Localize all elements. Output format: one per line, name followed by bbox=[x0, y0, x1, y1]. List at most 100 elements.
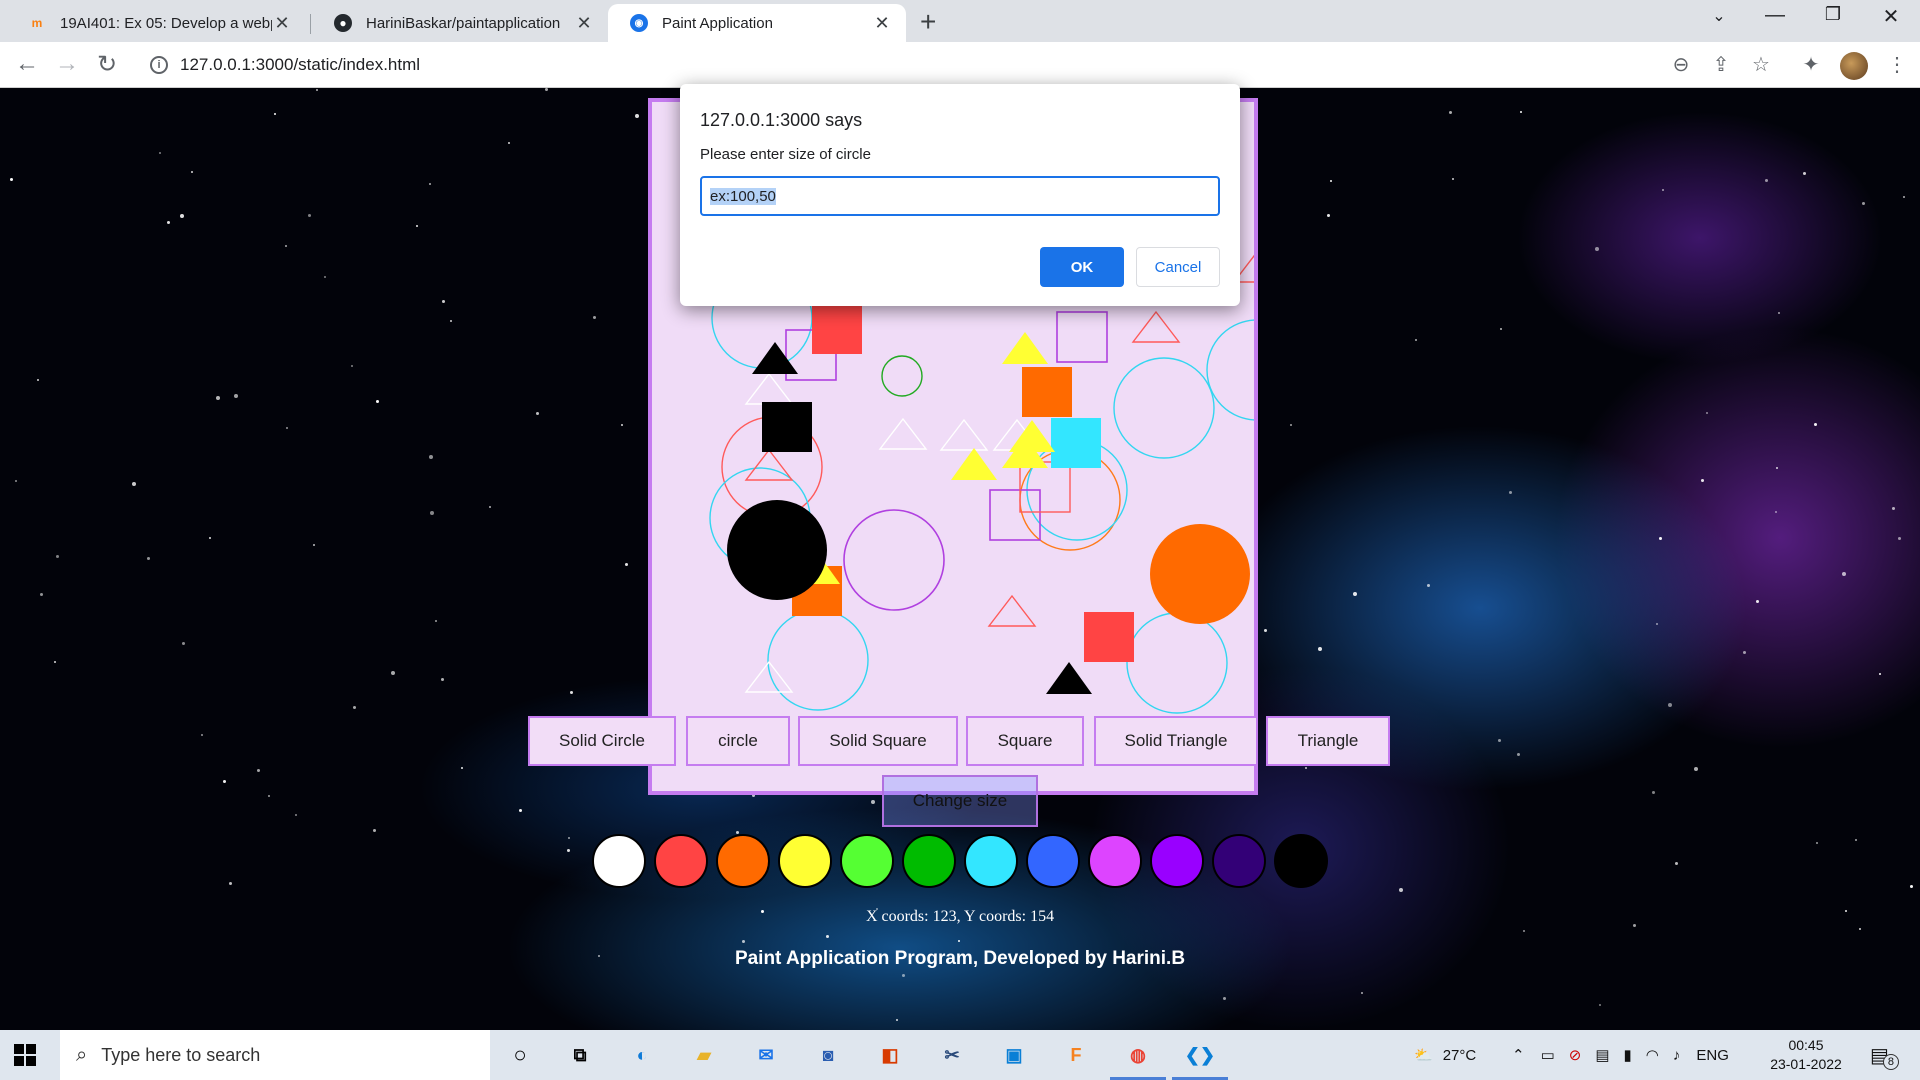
star bbox=[1803, 172, 1807, 176]
color-swatch-yellow[interactable] bbox=[778, 834, 832, 888]
new-tab-icon[interactable]: + bbox=[920, 6, 936, 38]
cortana-icon[interactable]: ○ bbox=[502, 1037, 538, 1073]
task-view-icon[interactable]: ⧉ bbox=[562, 1037, 598, 1073]
star bbox=[1651, 790, 1655, 794]
star bbox=[159, 152, 162, 155]
weather-widget[interactable]: ⛅ 27°C bbox=[1414, 1030, 1476, 1080]
file-explorer-icon[interactable]: ▰ bbox=[686, 1037, 722, 1073]
star bbox=[1854, 838, 1857, 841]
dialog-input[interactable]: ex:100,50 bbox=[700, 176, 1220, 216]
wifi-icon[interactable]: ◠ bbox=[1646, 1046, 1659, 1064]
taskbar-clock[interactable]: 00:45 23-01-2022 bbox=[1766, 1036, 1846, 1074]
drawn-solid-square bbox=[1022, 367, 1072, 417]
minimize-icon[interactable]: — bbox=[1752, 4, 1798, 27]
star bbox=[1594, 246, 1599, 251]
tab-search-chevron-icon[interactable]: ⌄ bbox=[1696, 6, 1742, 26]
star bbox=[535, 412, 539, 416]
tab-github[interactable]: ● HariniBaskar/paintapplication ✕ bbox=[312, 4, 608, 42]
dell-icon[interactable]: ◙ bbox=[810, 1037, 846, 1073]
omnibox[interactable]: i 127.0.0.1:3000/static/index.html bbox=[140, 48, 1660, 82]
star bbox=[181, 642, 185, 646]
star bbox=[1878, 673, 1881, 676]
color-swatch-black[interactable] bbox=[1274, 834, 1328, 888]
shape-toolbar: Solid Circle circle Solid Square Square … bbox=[0, 716, 1920, 768]
store-icon[interactable]: ▣ bbox=[996, 1037, 1032, 1073]
foxit-icon[interactable]: F bbox=[1058, 1037, 1094, 1073]
forward-icon[interactable]: → bbox=[52, 50, 82, 78]
star bbox=[508, 142, 511, 145]
mail-icon[interactable]: ✉ bbox=[748, 1037, 784, 1073]
color-swatch-white[interactable] bbox=[592, 834, 646, 888]
solid-circle-button[interactable]: Solid Circle bbox=[528, 716, 676, 766]
solid-triangle-button[interactable]: Solid Triangle bbox=[1094, 716, 1258, 766]
change-size-button[interactable]: Change size bbox=[882, 775, 1038, 827]
color-swatch-cyan[interactable] bbox=[964, 834, 1018, 888]
chrome-icon[interactable]: ◍ bbox=[1120, 1037, 1156, 1073]
zoom-icon[interactable]: ⊖ bbox=[1666, 52, 1696, 77]
star bbox=[1509, 491, 1513, 495]
star bbox=[544, 88, 548, 92]
cancel-button[interactable]: Cancel bbox=[1136, 247, 1220, 287]
windows-start-icon[interactable] bbox=[14, 1044, 36, 1066]
circle-button[interactable]: circle bbox=[686, 716, 790, 766]
close-window-icon[interactable]: ✕ bbox=[1868, 4, 1914, 29]
color-swatch-purple[interactable] bbox=[1150, 834, 1204, 888]
color-swatch-pink[interactable] bbox=[1088, 834, 1142, 888]
snipping-tool-icon[interactable]: ✂ bbox=[934, 1037, 970, 1073]
back-icon[interactable]: ← bbox=[12, 50, 42, 78]
site-info-icon[interactable]: i bbox=[150, 56, 168, 74]
windows-taskbar: ⌕ Type here to search ○ ⧉ ◐ ▰ ✉ ◙ ◧ ✂ ▣ … bbox=[0, 1030, 1920, 1080]
close-tab-icon[interactable]: ✕ bbox=[574, 13, 594, 34]
notification-center-icon[interactable]: ▤ 8 bbox=[1870, 1030, 1899, 1080]
close-tab-icon[interactable]: ✕ bbox=[272, 13, 292, 34]
star bbox=[1327, 213, 1331, 217]
star bbox=[1910, 885, 1914, 889]
color-swatch-orange[interactable] bbox=[716, 834, 770, 888]
share-icon[interactable]: ⇪ bbox=[1706, 52, 1736, 77]
star bbox=[1858, 927, 1861, 930]
restore-icon[interactable]: ❐ bbox=[1810, 4, 1856, 25]
network-status-icon[interactable]: ▤ bbox=[1595, 1046, 1609, 1064]
color-swatch-light-green[interactable] bbox=[840, 834, 894, 888]
menu-kebab-icon[interactable]: ⋮ bbox=[1882, 52, 1912, 77]
star bbox=[1361, 991, 1364, 994]
star bbox=[316, 88, 318, 91]
star bbox=[307, 213, 311, 217]
close-tab-icon[interactable]: ✕ bbox=[872, 13, 892, 34]
drawn-solid-triangle bbox=[1046, 662, 1092, 694]
ok-button[interactable]: OK bbox=[1040, 247, 1124, 287]
reload-icon[interactable]: ↻ bbox=[92, 50, 122, 79]
search-icon: ⌕ bbox=[76, 1043, 88, 1066]
star bbox=[55, 555, 59, 559]
tab-paint-application[interactable]: ◉ Paint Application ✕ bbox=[608, 4, 906, 42]
profile-avatar[interactable] bbox=[1840, 52, 1868, 80]
solid-square-button[interactable]: Solid Square bbox=[798, 716, 958, 766]
taskbar-search[interactable]: ⌕ Type here to search bbox=[60, 1030, 490, 1080]
extensions-icon[interactable]: ✦ bbox=[1796, 52, 1826, 77]
star bbox=[53, 660, 56, 663]
chevron-up-icon[interactable]: ⌃ bbox=[1512, 1046, 1525, 1064]
vscode-icon[interactable]: ❮❯ bbox=[1182, 1037, 1218, 1073]
color-swatch-blue[interactable] bbox=[1026, 834, 1080, 888]
security-icon[interactable]: ⊘ bbox=[1569, 1046, 1582, 1064]
tab-moodle[interactable]: m 19AI401: Ex 05: Develop a webpa ✕ bbox=[6, 4, 306, 42]
color-swatch-red[interactable] bbox=[654, 834, 708, 888]
square-button[interactable]: Square bbox=[966, 716, 1084, 766]
clock-time: 00:45 bbox=[1788, 1037, 1824, 1053]
star bbox=[1415, 338, 1418, 341]
volume-icon[interactable]: ♪ bbox=[1673, 1047, 1681, 1064]
office-icon[interactable]: ◧ bbox=[872, 1037, 908, 1073]
meet-now-icon[interactable]: ▭ bbox=[1541, 1046, 1555, 1064]
star bbox=[313, 543, 316, 546]
edge-icon[interactable]: ◐ bbox=[624, 1037, 660, 1073]
battery-icon[interactable]: ▮ bbox=[1624, 1046, 1632, 1064]
color-swatch-green[interactable] bbox=[902, 834, 956, 888]
language-indicator[interactable]: ENG bbox=[1696, 1047, 1729, 1064]
notification-count: 8 bbox=[1882, 1054, 1899, 1070]
triangle-button[interactable]: Triangle bbox=[1266, 716, 1390, 766]
color-swatch-indigo[interactable] bbox=[1212, 834, 1266, 888]
bookmark-star-icon[interactable]: ☆ bbox=[1746, 52, 1776, 77]
clock-date: 23-01-2022 bbox=[1770, 1056, 1842, 1072]
moodle-icon: m bbox=[31, 16, 43, 30]
drawn-circle bbox=[843, 509, 945, 611]
